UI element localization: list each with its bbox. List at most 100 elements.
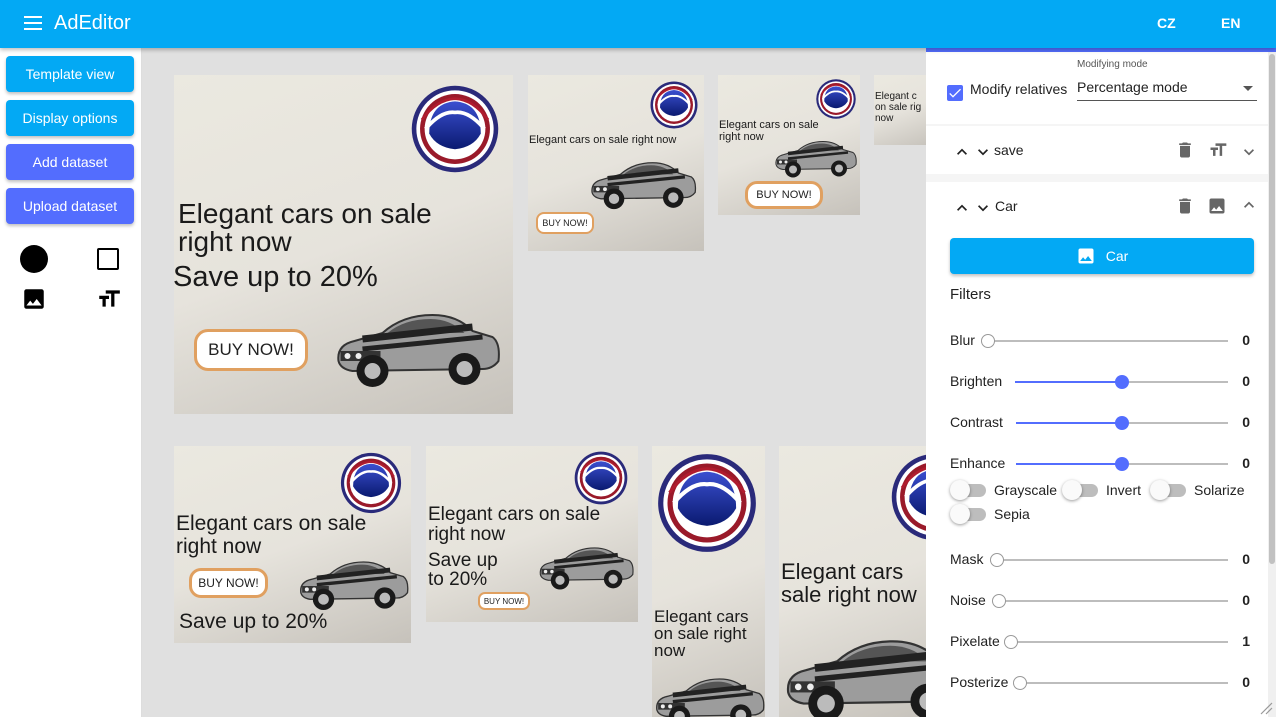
slider-label: Pixelate — [950, 633, 1000, 649]
buy-now-button: BUY NOW! — [536, 212, 594, 234]
toggle-knob[interactable] — [950, 480, 970, 500]
ad-template[interactable]: Elegant cars on sale right now Save up t… — [174, 75, 513, 414]
headline-line: right now — [178, 226, 292, 257]
image-icon — [1078, 248, 1094, 264]
slider-mask[interactable]: Mask 0 — [950, 548, 1250, 572]
headline-line: right now — [719, 131, 764, 143]
slider-contrast[interactable]: Contrast 0 — [950, 411, 1250, 435]
slider-thumb[interactable] — [1013, 676, 1027, 690]
brand-logo — [649, 80, 699, 130]
panel-scrollbar[interactable] — [1268, 52, 1276, 717]
toggle-knob[interactable] — [1150, 480, 1170, 500]
delete-icon[interactable] — [1175, 196, 1195, 216]
save-text: Save up to 20% — [179, 610, 328, 633]
save-line: Save up — [428, 550, 498, 571]
choose-image-button[interactable]: Car — [950, 238, 1254, 274]
headline-line: on sale rig — [875, 102, 922, 113]
buy-now-button: BUY NOW! — [194, 329, 308, 371]
slider-value: 1 — [1242, 633, 1250, 649]
dropdown-arrow-icon — [1243, 86, 1253, 91]
slider-track[interactable] — [997, 559, 1228, 561]
ad-canvas: Elegant cars on sale right now Save up t… — [143, 48, 926, 717]
toggle-knob[interactable] — [1062, 480, 1082, 500]
ad-template[interactable]: Elegant cars on sale right now BUY NOW! — [528, 75, 704, 251]
toggle-label: Grayscale — [994, 482, 1058, 498]
toggle-label: Solarize — [1194, 482, 1245, 498]
check-icon — [949, 88, 961, 98]
slider-thumb[interactable] — [981, 334, 995, 348]
slider-fill — [1016, 463, 1122, 465]
slider-thumb[interactable] — [990, 553, 1004, 567]
slider-label: Enhance — [950, 455, 1006, 471]
slider-pixelate[interactable]: Pixelate 1 — [950, 630, 1250, 654]
square-shape-icon[interactable] — [97, 248, 119, 270]
modifying-mode-select[interactable]: Percentage mode — [1077, 79, 1257, 101]
text-size-icon[interactable] — [95, 286, 123, 312]
toggle-knob[interactable] — [950, 504, 970, 524]
brand-logo — [573, 450, 629, 506]
ad-template[interactable]: Elegant cars on sale right now — [652, 446, 765, 717]
headline-line: Elegant cars — [781, 559, 904, 584]
modifying-mode-value: Percentage mode — [1077, 79, 1188, 95]
scrollbar-thumb[interactable] — [1269, 54, 1275, 564]
delete-icon[interactable] — [1175, 140, 1195, 160]
modifying-mode-caption: Modifying mode — [1077, 59, 1148, 70]
layer-item-save[interactable]: save — [926, 126, 1268, 174]
slider-thumb[interactable] — [1004, 635, 1018, 649]
brand-logo — [339, 451, 403, 515]
circle-shape-icon[interactable] — [20, 245, 48, 273]
resize-handle-icon[interactable] — [1259, 701, 1273, 715]
add-dataset-button[interactable]: Add dataset — [6, 144, 134, 180]
move-down-icon[interactable] — [973, 142, 993, 162]
image-icon[interactable] — [21, 286, 47, 312]
slider-value: 0 — [1242, 373, 1250, 389]
language-cz-button[interactable]: CZ — [1157, 15, 1176, 31]
slider-noise[interactable]: Noise 0 — [950, 589, 1250, 613]
left-sidebar: Template view Display options Add datase… — [0, 48, 142, 717]
slider-blur[interactable]: Blur 0 — [950, 329, 1250, 353]
move-up-icon[interactable] — [952, 198, 972, 218]
ad-template[interactable]: Elegant c on sale rig now — [874, 75, 926, 145]
slider-thumb[interactable] — [1114, 375, 1129, 389]
slider-thumb[interactable] — [1115, 457, 1129, 471]
car-image — [330, 303, 505, 393]
slider-track[interactable] — [1011, 641, 1228, 643]
buy-now-button: BUY NOW! — [478, 592, 530, 610]
display-options-button[interactable]: Display options — [6, 100, 134, 136]
layer-name: save — [994, 142, 1024, 158]
language-en-button[interactable]: EN — [1221, 15, 1240, 31]
move-up-icon[interactable] — [952, 142, 972, 162]
ad-template[interactable]: Elegant cars on sale right now BUY NOW! … — [174, 446, 411, 643]
slider-fill — [1016, 422, 1122, 424]
slider-value: 0 — [1242, 551, 1250, 567]
headline-line: Elegant cars on sale — [176, 512, 367, 535]
expand-icon[interactable] — [1239, 142, 1259, 162]
slider-track[interactable] — [988, 340, 1228, 342]
slider-track[interactable] — [1020, 682, 1228, 684]
slider-posterize[interactable]: Posterize 0 — [950, 671, 1250, 695]
slider-track[interactable] — [999, 600, 1228, 602]
car-image — [536, 541, 636, 593]
slider-label: Mask — [950, 551, 984, 567]
modify-relatives-checkbox[interactable] — [947, 85, 963, 101]
ad-template[interactable]: Elegant cars on sale right now Save up t… — [426, 446, 638, 622]
slider-brighten[interactable]: Brighten 0 — [950, 370, 1250, 394]
menu-icon[interactable] — [24, 16, 42, 30]
collapse-icon[interactable] — [1239, 195, 1259, 215]
slider-label: Blur — [950, 332, 975, 348]
ad-template[interactable]: Elegant cars on sale right now BUY NOW! — [718, 75, 860, 215]
image-layer-icon — [1209, 198, 1225, 214]
slider-value: 0 — [1242, 332, 1250, 348]
move-down-icon[interactable] — [973, 198, 993, 218]
slider-thumb[interactable] — [992, 594, 1006, 608]
template-view-button[interactable]: Template view — [6, 56, 134, 92]
slider-label: Posterize — [950, 674, 1009, 690]
toggle-label: Sepia — [994, 506, 1030, 522]
headline-line: Elegant cars on sale — [428, 504, 601, 525]
upload-dataset-button[interactable]: Upload dataset — [6, 188, 134, 224]
ad-template[interactable]: Elegant cars sale right now — [779, 446, 926, 717]
slider-fill — [1015, 381, 1122, 383]
app-bar: AdEditor CZ EN — [0, 0, 1276, 48]
slider-thumb[interactable] — [1115, 416, 1129, 430]
slider-enhance[interactable]: Enhance 0 — [950, 452, 1250, 476]
